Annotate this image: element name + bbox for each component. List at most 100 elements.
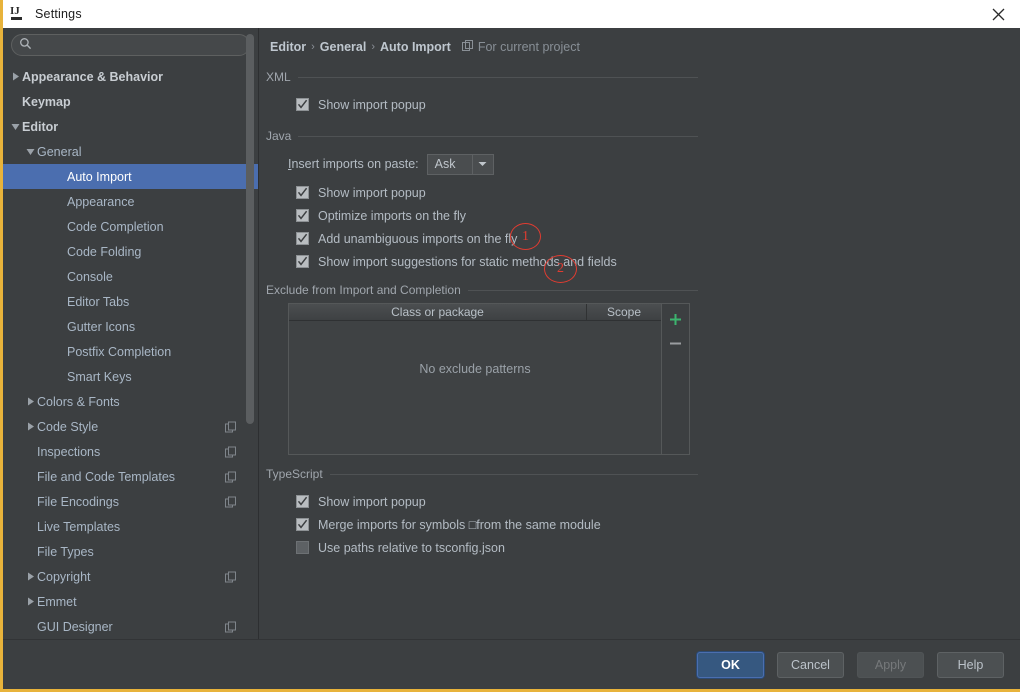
sidebar-item-general[interactable]: General bbox=[3, 139, 258, 164]
breadcrumb-separator: › bbox=[371, 41, 376, 53]
section-exclude-title: Exclude from Import and Completion bbox=[266, 283, 461, 297]
divider bbox=[297, 76, 698, 78]
checkbox-box bbox=[296, 232, 309, 245]
sidebar-item-appearance-behavior[interactable]: Appearance & Behavior bbox=[3, 64, 258, 89]
add-exclude-button[interactable] bbox=[664, 307, 688, 331]
sidebar-item-code-completion[interactable]: Code Completion bbox=[3, 214, 258, 239]
apply-button: Apply bbox=[857, 651, 924, 678]
remove-exclude-button[interactable] bbox=[664, 331, 688, 355]
checkbox-label: Optimize imports on the fly bbox=[318, 208, 466, 223]
sidebar-item-live-templates[interactable]: Live Templates bbox=[3, 514, 258, 539]
divider bbox=[467, 289, 698, 291]
sidebar-item-label: Copyright bbox=[37, 569, 91, 584]
settings-content: Editor › General › Auto Import For curre… bbox=[260, 28, 1020, 639]
sidebar-item-gui-designer[interactable]: GUI Designer bbox=[3, 614, 258, 639]
section-java: Java Insert imports on paste: Ask Show i… bbox=[266, 127, 698, 455]
breadcrumb-item-1[interactable]: General bbox=[320, 40, 367, 54]
title-bar: IJ Settings bbox=[3, 0, 1020, 28]
checkbox-box bbox=[296, 186, 309, 199]
sidebar-item-label: File Types bbox=[37, 544, 94, 559]
sidebar-item-label: Code Completion bbox=[67, 219, 164, 234]
cancel-button[interactable]: Cancel bbox=[777, 651, 844, 678]
close-icon[interactable] bbox=[976, 0, 1020, 28]
checkbox-add-unambiguous-imports-on-the-fly[interactable]: Add unambiguous imports on the fly bbox=[296, 227, 698, 250]
breadcrumb: Editor › General › Auto Import For curre… bbox=[270, 40, 580, 54]
breadcrumb-item-2: Auto Import bbox=[380, 40, 451, 54]
sidebar-item-auto-import[interactable]: Auto Import bbox=[3, 164, 258, 189]
checkbox-use-paths-relative-tsconfig[interactable]: Use paths relative to tsconfig.json bbox=[296, 536, 698, 559]
settings-dialog: IJ Settings Appearance & Behavior Keymap… bbox=[0, 0, 1020, 692]
sidebar-item-emmet[interactable]: Emmet bbox=[3, 589, 258, 614]
checkbox-merge-imports-same-module[interactable]: Merge imports for symbols □from the same… bbox=[296, 513, 698, 536]
project-scope-icon bbox=[461, 40, 473, 54]
checkbox-label: Show import suggestions for static metho… bbox=[318, 254, 617, 269]
chevron-down-icon[interactable] bbox=[9, 123, 22, 131]
settings-sidebar: Appearance & Behavior Keymap Editor General… bbox=[3, 28, 259, 639]
sidebar-item-editor-tabs[interactable]: Editor Tabs bbox=[3, 289, 258, 314]
checkbox-label: Show import popup bbox=[318, 494, 426, 509]
sidebar-item-label: Gutter Icons bbox=[67, 319, 136, 334]
sidebar-item-postfix-completion[interactable]: Postfix Completion bbox=[3, 339, 258, 364]
sidebar-item-label: Auto Import bbox=[67, 169, 132, 184]
table-toolbar bbox=[662, 303, 690, 455]
chevron-right-icon[interactable] bbox=[24, 422, 37, 431]
chevron-right-icon[interactable] bbox=[24, 397, 37, 406]
section-xml: XML Show import popup bbox=[266, 68, 698, 116]
section-exclude-header: Exclude from Import and Completion bbox=[266, 281, 698, 299]
sidebar-item-inspections[interactable]: Inspections bbox=[3, 439, 258, 464]
sidebar-item-label: Appearance bbox=[67, 194, 135, 209]
chevron-right-icon[interactable] bbox=[24, 572, 37, 581]
sidebar-item-appearance[interactable]: Appearance bbox=[3, 189, 258, 214]
chevron-down-icon[interactable] bbox=[471, 154, 493, 174]
sidebar-item-label: Code Style bbox=[37, 419, 99, 434]
sidebar-item-label: Emmet bbox=[37, 594, 77, 609]
checkbox-xml-show-import-popup[interactable]: Show import popup bbox=[296, 93, 698, 116]
column-header-scope[interactable]: Scope bbox=[587, 304, 661, 320]
sidebar-item-label: Colors & Fonts bbox=[37, 394, 120, 409]
sidebar-scrollbar[interactable] bbox=[246, 34, 254, 424]
chevron-right-icon[interactable] bbox=[24, 597, 37, 606]
sidebar-item-gutter-icons[interactable]: Gutter Icons bbox=[3, 314, 258, 339]
sidebar-item-file-and-code-templates[interactable]: File and Code Templates bbox=[3, 464, 258, 489]
column-header-class-or-package[interactable]: Class or package bbox=[289, 304, 587, 320]
checkbox-ts-show-import-popup[interactable]: Show import popup bbox=[296, 490, 698, 513]
checkbox-show-import-suggestions-static[interactable]: Show import suggestions for static metho… bbox=[296, 250, 698, 273]
search-input[interactable] bbox=[32, 36, 249, 54]
checkbox-box bbox=[296, 495, 309, 508]
checkbox-optimize-imports-on-the-fly[interactable]: Optimize imports on the fly bbox=[296, 204, 698, 227]
sidebar-item-label: Keymap bbox=[22, 94, 71, 109]
sidebar-item-keymap[interactable]: Keymap bbox=[3, 89, 258, 114]
search-box[interactable] bbox=[11, 34, 250, 56]
sidebar-item-copyright[interactable]: Copyright bbox=[3, 564, 258, 589]
project-scope-icon bbox=[225, 496, 236, 507]
insert-imports-dropdown[interactable]: Ask bbox=[426, 153, 494, 175]
sidebar-item-console[interactable]: Console bbox=[3, 264, 258, 289]
label-rest: nsert imports on paste: bbox=[291, 157, 419, 171]
sidebar-item-code-folding[interactable]: Code Folding bbox=[3, 239, 258, 264]
intellij-idea-logo-icon: IJ bbox=[10, 5, 26, 22]
sidebar-item-label: Editor bbox=[22, 119, 59, 134]
sidebar-item-label: Inspections bbox=[37, 444, 101, 459]
section-xml-header: XML bbox=[266, 68, 698, 86]
sidebar-item-file-encodings[interactable]: File Encodings bbox=[3, 489, 258, 514]
ok-button[interactable]: OK bbox=[697, 651, 764, 678]
section-exclude: Exclude from Import and Completion Class… bbox=[266, 281, 698, 455]
sidebar-item-smart-keys[interactable]: Smart Keys bbox=[3, 364, 258, 389]
checkbox-label: Use paths relative to tsconfig.json bbox=[318, 540, 505, 555]
checkbox-java-show-import-popup[interactable]: Show import popup bbox=[296, 181, 698, 204]
help-button[interactable]: Help bbox=[937, 651, 1004, 678]
sidebar-item-label: Appearance & Behavior bbox=[22, 69, 164, 84]
checkbox-label: Show import popup bbox=[318, 185, 426, 200]
breadcrumb-item-0[interactable]: Editor bbox=[270, 40, 306, 54]
chevron-down-icon[interactable] bbox=[24, 148, 37, 156]
sidebar-item-label: General bbox=[37, 144, 82, 159]
sidebar-item-code-style[interactable]: Code Style bbox=[3, 414, 258, 439]
project-scope-icon bbox=[225, 621, 236, 632]
search-icon bbox=[19, 37, 32, 53]
sidebar-item-colors-fonts[interactable]: Colors & Fonts bbox=[3, 389, 258, 414]
exclude-table[interactable]: Class or package Scope No exclude patter… bbox=[288, 303, 662, 455]
sidebar-item-editor[interactable]: Editor bbox=[3, 114, 258, 139]
sidebar-item-file-types[interactable]: File Types bbox=[3, 539, 258, 564]
chevron-right-icon[interactable] bbox=[9, 72, 22, 81]
settings-tree[interactable]: Appearance & Behavior Keymap Editor General… bbox=[3, 64, 258, 639]
